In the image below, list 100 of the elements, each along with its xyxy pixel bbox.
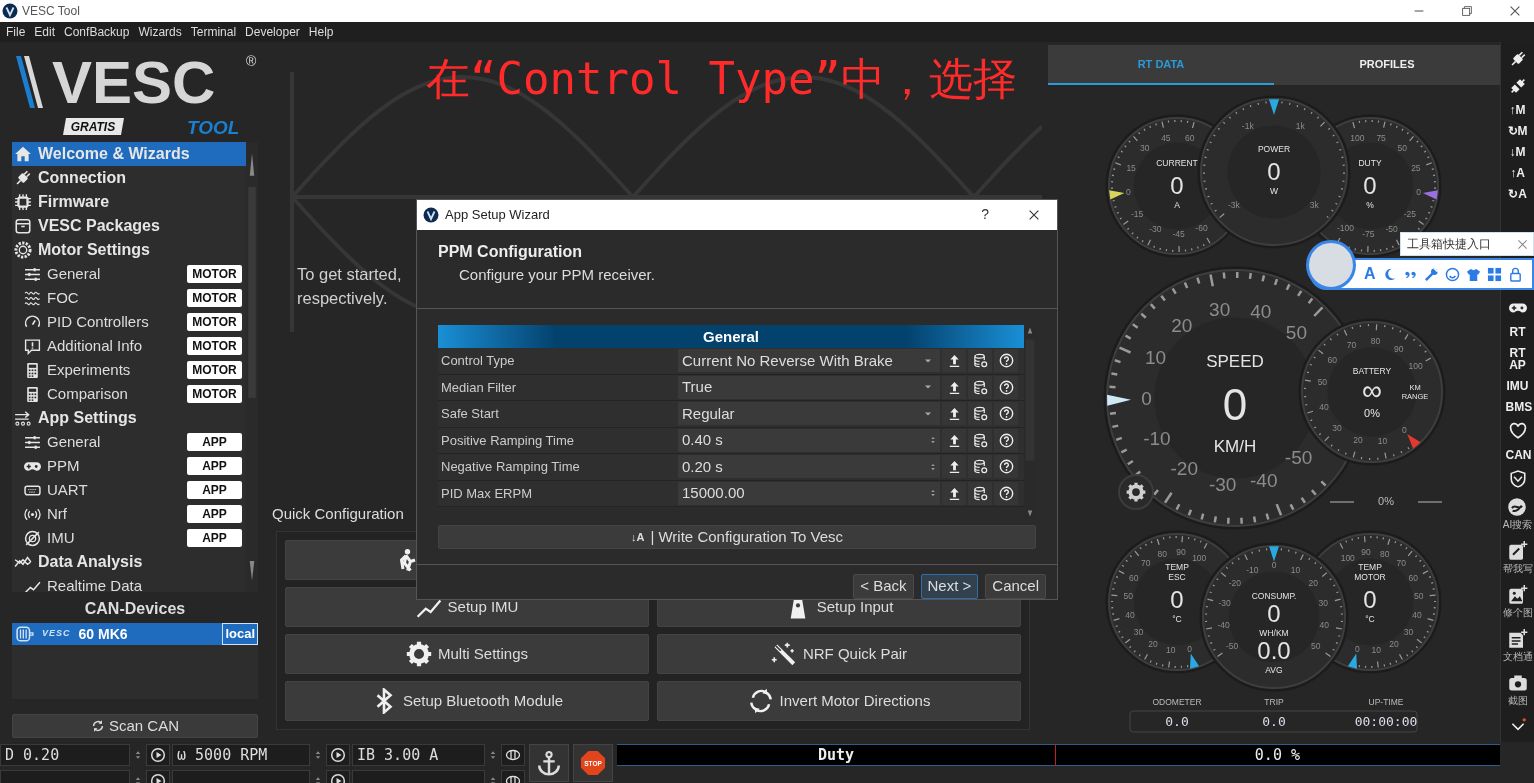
nav-item[interactable]: General MOTOR bbox=[12, 262, 246, 286]
swirl-icon[interactable] bbox=[1507, 497, 1528, 517]
nav-item[interactable]: General APP bbox=[12, 430, 246, 454]
nav-item[interactable]: Welcome & Wizards bbox=[12, 142, 246, 166]
help-icon[interactable] bbox=[998, 353, 1014, 369]
help-icon[interactable] bbox=[998, 432, 1014, 448]
stat-value: 00:00:00 bbox=[1354, 713, 1418, 729]
image-icon[interactable] bbox=[1507, 585, 1528, 605]
tool-label[interactable]: IMU bbox=[1505, 380, 1530, 392]
tool-label[interactable]: ↻A bbox=[1505, 188, 1530, 200]
dropdown[interactable]: Regular bbox=[678, 402, 940, 426]
document-icon[interactable] bbox=[1507, 629, 1528, 649]
nav-item[interactable]: Firmware bbox=[12, 190, 246, 214]
nav-item[interactable]: PPM APP bbox=[12, 454, 246, 478]
nav-item[interactable]: App Settings bbox=[12, 406, 246, 430]
number-field[interactable]: D 0.20 bbox=[0, 744, 130, 766]
menu-item[interactable]: ConfBackup bbox=[64, 23, 130, 41]
play-icon[interactable] bbox=[150, 747, 166, 763]
database-icon[interactable] bbox=[972, 353, 988, 369]
restore-icon[interactable] bbox=[1460, 4, 1474, 18]
nav-item[interactable]: Nrf APP bbox=[12, 502, 246, 526]
help-button[interactable]: ? bbox=[981, 204, 989, 226]
tab[interactable]: PROFILES bbox=[1274, 45, 1500, 85]
help-icon[interactable] bbox=[998, 459, 1014, 475]
database-icon[interactable] bbox=[972, 432, 988, 448]
smiley-icon[interactable] bbox=[1444, 266, 1460, 282]
tool-label[interactable]: CAN bbox=[1505, 449, 1530, 461]
number-field[interactable]: 0.20 s bbox=[678, 455, 940, 479]
number-field[interactable]: ω 5000 RPM bbox=[172, 744, 310, 766]
tool-label[interactable]: RT bbox=[1505, 326, 1530, 338]
database-icon[interactable] bbox=[972, 459, 988, 475]
nav-item[interactable]: Motor Settings bbox=[12, 238, 246, 262]
plug-icon[interactable] bbox=[1508, 77, 1527, 95]
config-button[interactable]: Setup Bluetooth Module bbox=[285, 681, 649, 721]
nav-item[interactable]: Connection bbox=[12, 166, 246, 190]
welcome-text: To get started, bbox=[297, 264, 402, 285]
dropdown[interactable]: Current No Reverse With Brake bbox=[678, 349, 940, 373]
number-field[interactable]: IB 3.00 A bbox=[352, 744, 485, 766]
device-item[interactable]: VESC 60 MK6 local bbox=[12, 623, 258, 645]
nav-item[interactable]: PID Controllers MOTOR bbox=[12, 310, 246, 334]
tool-label[interactable]: RT AP bbox=[1505, 347, 1530, 371]
heart-icon[interactable] bbox=[1508, 422, 1527, 440]
tool-label[interactable]: BMS bbox=[1505, 401, 1530, 413]
menu-item[interactable]: Terminal bbox=[190, 23, 237, 41]
nav-item[interactable]: Comparison MOTOR bbox=[12, 382, 246, 406]
tick-label: -50 bbox=[1385, 224, 1398, 235]
pen-icon[interactable] bbox=[1507, 541, 1528, 561]
nav-item[interactable]: VESC Packages bbox=[12, 214, 246, 238]
tick-label: 20 bbox=[1353, 434, 1363, 445]
gauge-title: TEMP bbox=[1165, 562, 1189, 573]
scan-button[interactable]: Scan CAN bbox=[12, 714, 258, 738]
menu-item[interactable]: File bbox=[6, 23, 26, 41]
help-icon[interactable] bbox=[998, 379, 1014, 395]
help-icon[interactable] bbox=[998, 406, 1014, 422]
number-field[interactable]: 15000.00 bbox=[678, 481, 940, 505]
nav-item[interactable]: FOC MOTOR bbox=[12, 286, 246, 310]
tool-label[interactable]: ↻M bbox=[1505, 125, 1530, 137]
gauge-value: 0 bbox=[1170, 172, 1184, 200]
wrench-icon[interactable] bbox=[1423, 266, 1439, 282]
settings-button[interactable] bbox=[1118, 474, 1154, 510]
shield-icon[interactable] bbox=[1508, 470, 1527, 488]
tool-label[interactable]: ↑M bbox=[1505, 104, 1530, 116]
nav-item[interactable]: Experiments MOTOR bbox=[12, 358, 246, 382]
nav-item[interactable]: Realtime Data bbox=[12, 574, 246, 592]
nav-item[interactable]: UART APP bbox=[12, 478, 246, 502]
config-button[interactable]: Multi Settings bbox=[285, 634, 649, 674]
group-title: Quick Configuration bbox=[272, 503, 405, 524]
database-icon[interactable] bbox=[972, 379, 988, 395]
config-button[interactable]: NRF Quick Pair bbox=[657, 634, 1021, 674]
help-icon[interactable] bbox=[998, 485, 1014, 501]
play-icon[interactable] bbox=[330, 747, 346, 763]
menu-item[interactable]: Help bbox=[308, 23, 334, 41]
nav-item[interactable]: Additional Info MOTOR bbox=[12, 334, 246, 358]
lock-icon[interactable] bbox=[1507, 266, 1523, 282]
tool-label[interactable]: ↓M bbox=[1505, 146, 1530, 158]
config-button[interactable]: Invert Motor Directions bbox=[657, 681, 1021, 721]
refresh-icon bbox=[91, 719, 105, 733]
toggle-icon[interactable] bbox=[505, 747, 521, 763]
write-button[interactable]: ↓A | Write Configuration To Vesc bbox=[438, 525, 1036, 549]
close-icon[interactable] bbox=[1508, 4, 1522, 18]
tab[interactable]: RT DATA bbox=[1048, 45, 1274, 85]
dialog-button[interactable]: Cancel bbox=[985, 574, 1046, 599]
nav-item[interactable]: Data Analysis bbox=[12, 550, 246, 574]
tool-button[interactable]: A bbox=[1364, 262, 1376, 286]
tool-label[interactable]: ↑A bbox=[1505, 167, 1530, 179]
shirt-icon[interactable] bbox=[1465, 266, 1481, 282]
dialog-button[interactable]: < Back bbox=[853, 574, 914, 599]
menu-item[interactable]: Developer bbox=[245, 23, 300, 41]
number-field[interactable]: 0.40 s bbox=[678, 428, 940, 452]
nav-item[interactable]: IMU APP bbox=[12, 526, 246, 550]
menu-item[interactable]: Wizards bbox=[138, 23, 182, 41]
avatar[interactable] bbox=[1306, 240, 1356, 290]
grid-icon[interactable] bbox=[1486, 266, 1502, 282]
database-icon[interactable] bbox=[972, 485, 988, 501]
dropdown[interactable]: True bbox=[678, 375, 940, 399]
anchor-button[interactable] bbox=[529, 744, 569, 782]
menu-item[interactable]: Edit bbox=[34, 23, 56, 41]
database-icon[interactable] bbox=[972, 406, 988, 422]
dialog-button[interactable]: Next > bbox=[920, 574, 979, 599]
camera-icon[interactable] bbox=[1507, 673, 1528, 693]
